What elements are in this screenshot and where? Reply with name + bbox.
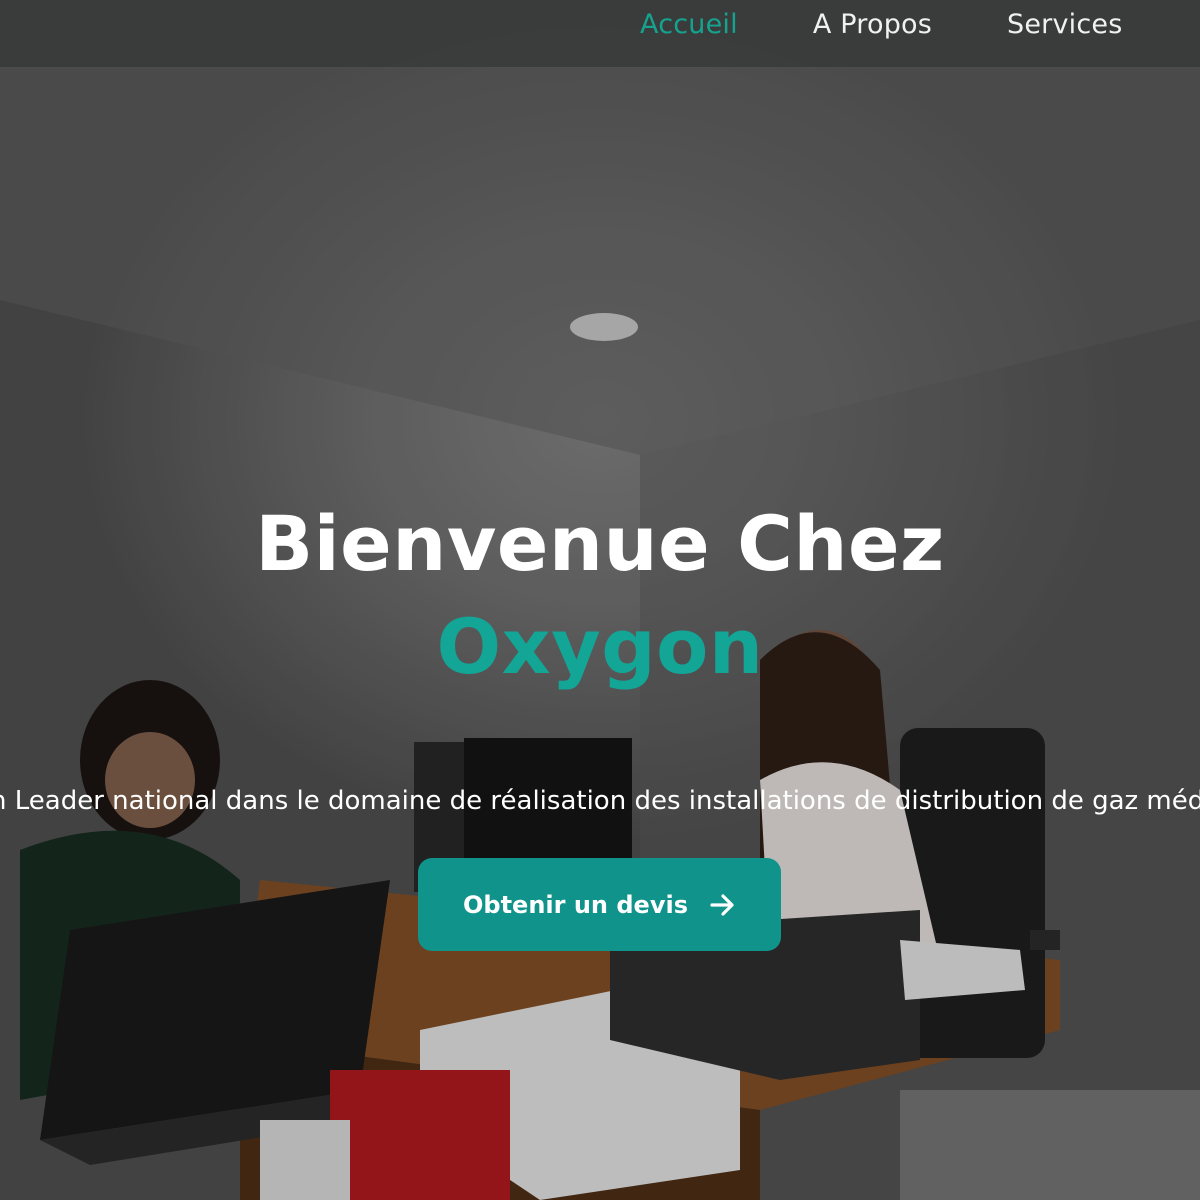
- get-quote-button[interactable]: Obtenir un devis: [418, 858, 781, 951]
- top-navbar: Accueil A Propos Services B: [0, 0, 1200, 67]
- hero-content: Bienvenue Chez Oxygon n Leader national …: [0, 499, 1200, 951]
- hero-brand-name: Oxygon: [436, 602, 764, 692]
- nav-item-a-propos[interactable]: A Propos: [813, 9, 932, 40]
- arrow-right-icon: [710, 893, 736, 917]
- nav-item-accueil[interactable]: Accueil: [640, 9, 738, 40]
- nav-links: Accueil A Propos Services B: [640, 0, 1200, 48]
- get-quote-button-label: Obtenir un devis: [463, 890, 688, 919]
- nav-item-services[interactable]: Services: [1007, 9, 1122, 40]
- hero-title: Bienvenue Chez: [255, 499, 945, 588]
- hero-subtitle: n Leader national dans le domaine de réa…: [0, 786, 1200, 816]
